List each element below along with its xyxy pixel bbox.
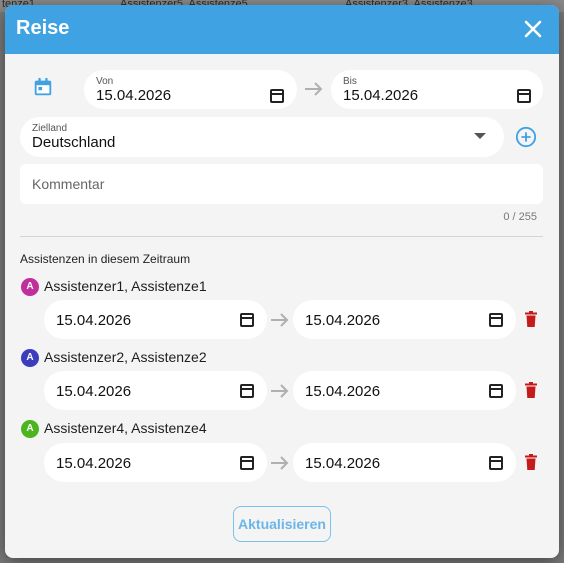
assistances-title: Assistenzen in diesem Zeitraum: [20, 252, 191, 266]
assistance-from-date[interactable]: 15.04.2026: [44, 443, 267, 482]
trash-icon: [525, 454, 537, 470]
comment-counter: 0 / 255: [503, 211, 537, 223]
assistance-name: Assistenzer2, Assistenze2: [44, 349, 207, 365]
destination-value: Deutschland: [32, 134, 116, 151]
assistance-from-value: 15.04.2026: [56, 383, 132, 400]
update-button[interactable]: Aktualisieren: [233, 506, 331, 542]
calendar-picker-icon[interactable]: [240, 456, 254, 470]
dialog-header: Reise: [5, 5, 559, 54]
assistance-from-date[interactable]: 15.04.2026: [44, 300, 267, 339]
add-circle-icon[interactable]: [515, 126, 537, 148]
calendar-picker-icon[interactable]: [270, 89, 284, 103]
arrow-right-icon: [270, 313, 290, 327]
assistance-to-value: 15.04.2026: [305, 455, 381, 472]
comment-placeholder: Kommentar: [32, 176, 105, 192]
destination-label: Zielland: [32, 123, 68, 134]
trash-icon: [525, 311, 537, 327]
assistance-to-value: 15.04.2026: [305, 383, 381, 400]
chevron-down-icon[interactable]: [474, 133, 486, 139]
delete-button[interactable]: [524, 454, 538, 470]
avatar: A: [21, 278, 39, 296]
arrow-right-icon: [270, 456, 290, 470]
delete-button[interactable]: [524, 382, 538, 398]
delete-button[interactable]: [524, 311, 538, 327]
from-date-value: 15.04.2026: [96, 87, 172, 104]
to-date-field[interactable]: Bis 15.04.2026: [331, 70, 543, 109]
assistance-from-value: 15.04.2026: [56, 312, 132, 329]
to-date-value: 15.04.2026: [343, 87, 419, 104]
dialog-title: Reise: [16, 17, 70, 39]
avatar: A: [21, 349, 39, 367]
from-date-field[interactable]: Von 15.04.2026: [84, 70, 297, 109]
assistance-to-date[interactable]: 15.04.2026: [293, 443, 516, 482]
calendar-icon: [34, 77, 52, 96]
arrow-right-icon: [270, 384, 290, 398]
assistance-from-date[interactable]: 15.04.2026: [44, 371, 267, 410]
assistance-name: Assistenzer1, Assistenze1: [44, 278, 207, 294]
calendar-picker-icon[interactable]: [489, 384, 503, 398]
calendar-picker-icon[interactable]: [240, 384, 254, 398]
calendar-picker-icon[interactable]: [240, 313, 254, 327]
close-button[interactable]: [521, 17, 545, 41]
avatar: A: [21, 420, 39, 438]
comment-field[interactable]: Kommentar: [20, 164, 543, 204]
from-date-label: Von: [96, 76, 114, 87]
trash-icon: [525, 382, 537, 398]
destination-select[interactable]: Zielland Deutschland: [20, 117, 504, 157]
assistance-to-date[interactable]: 15.04.2026: [293, 371, 516, 410]
arrow-right-icon: [304, 82, 324, 96]
assistance-name: Assistenzer4, Assistenze4: [44, 420, 207, 436]
assistance-to-date[interactable]: 15.04.2026: [293, 300, 516, 339]
calendar-picker-icon[interactable]: [517, 89, 531, 103]
calendar-picker-icon[interactable]: [489, 456, 503, 470]
to-date-label: Bis: [343, 76, 357, 87]
close-icon: [524, 20, 542, 38]
assistance-to-value: 15.04.2026: [305, 312, 381, 329]
divider: [20, 236, 543, 237]
assistance-from-value: 15.04.2026: [56, 455, 132, 472]
calendar-picker-icon[interactable]: [489, 313, 503, 327]
